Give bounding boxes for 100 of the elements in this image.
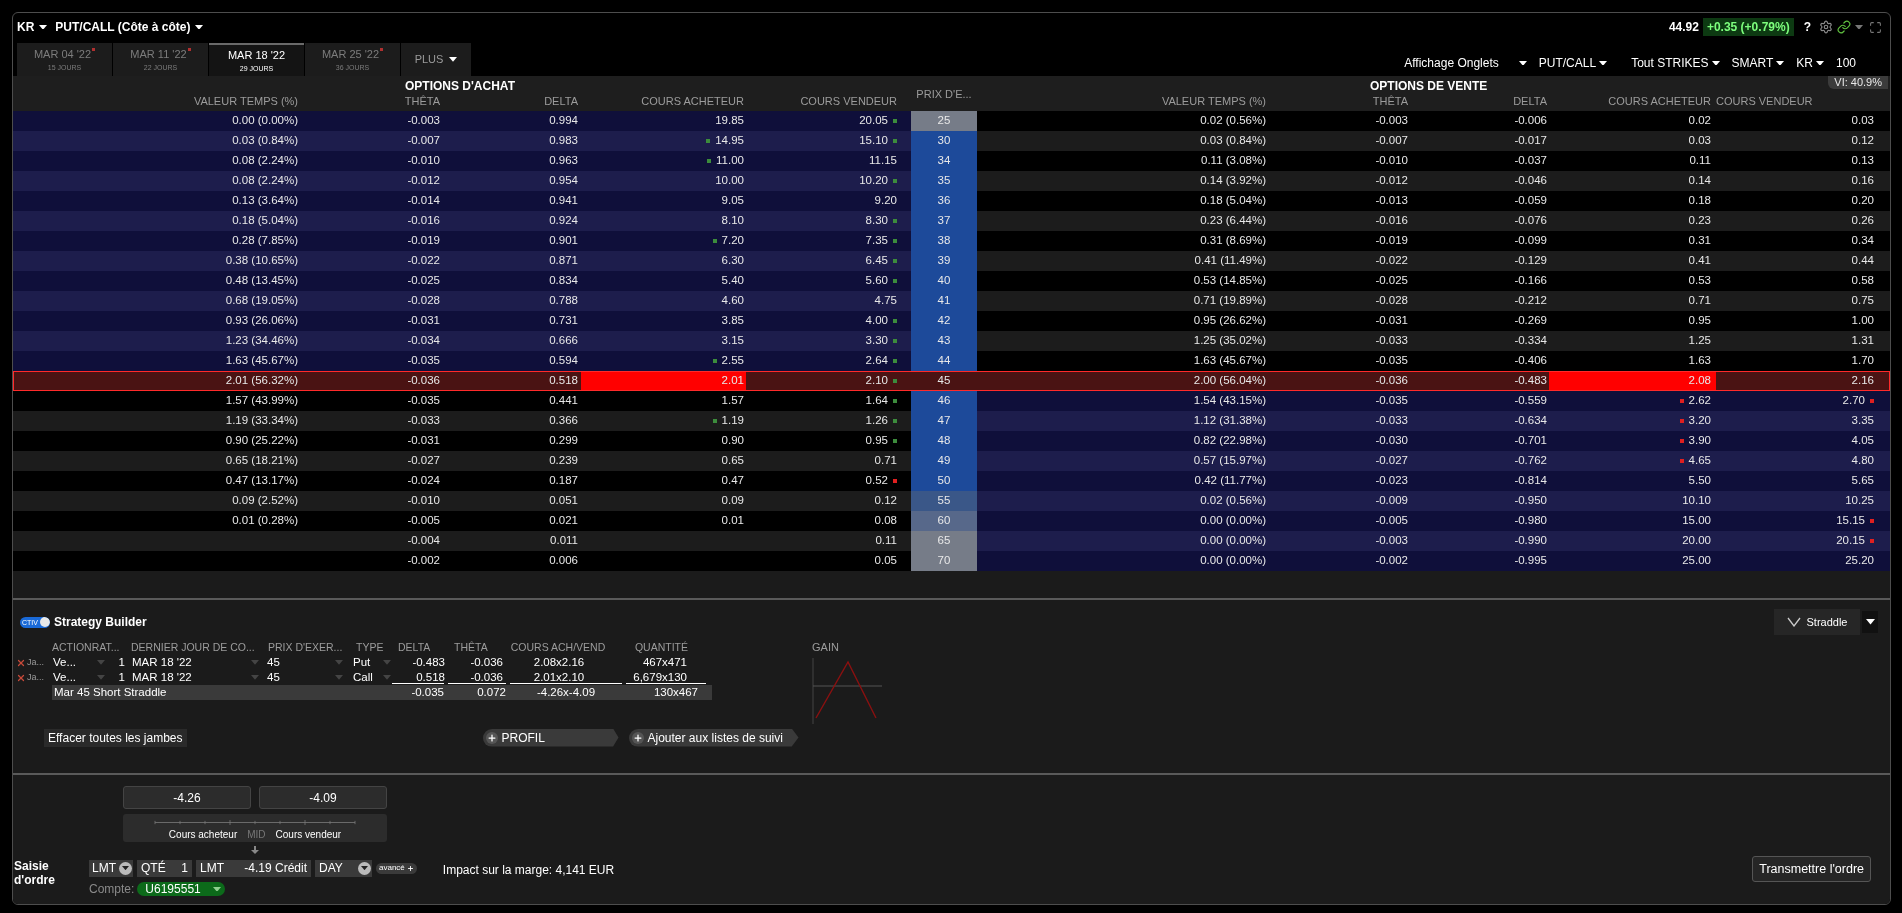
ask-price-field[interactable]: -4.09 xyxy=(259,786,387,809)
table-row[interactable]: 0.65 (18.21%) -0.027 0.239 0.65 0.71 49 0.57 (15.97%) -0.027 -0.762 4.65 4.80 xyxy=(13,451,1890,471)
table-row[interactable]: 0.47 (13.17%) -0.024 0.187 0.47 0.52 50 0.42 (11.77%) -0.023 -0.814 5.50 5.65 xyxy=(13,471,1890,491)
account-dropdown[interactable]: U6195551 xyxy=(137,882,226,896)
more-tab[interactable]: PLUS xyxy=(401,43,471,76)
column-header[interactable]: DERNIER JOUR DE CO... xyxy=(131,641,255,654)
column-header[interactable]: VALEUR TEMPS (%) xyxy=(193,92,298,110)
table-cell-text: -0.559 xyxy=(1514,393,1547,409)
column-header[interactable]: QUANTITÉ xyxy=(634,641,688,654)
time-in-force-dropdown[interactable]: DAY xyxy=(315,859,372,877)
table-cell-text: -0.007 xyxy=(1375,133,1408,149)
column-header[interactable]: ACTIONRAT... xyxy=(52,641,120,654)
table-cell-text: -0.033 xyxy=(1375,413,1408,429)
table-row[interactable]: 0.18 (5.04%) -0.016 0.924 8.10 8.30 37 0.23 (6.44%) -0.016 -0.076 0.23 0.26 xyxy=(13,211,1890,231)
toolbar-dropdown[interactable]: PUT/CALL xyxy=(1538,54,1608,72)
table-cell-text: -0.027 xyxy=(1375,453,1408,469)
column-header[interactable]: COURS VENDEUR xyxy=(1716,92,1813,110)
table-cell-text: 0.594 xyxy=(549,353,578,369)
column-header[interactable]: THÊTA xyxy=(454,641,488,654)
clear-legs-button[interactable]: Effacer toutes les jambes xyxy=(44,728,187,747)
table-cell-text: 25.00 xyxy=(1682,553,1711,569)
table-row[interactable]: 0.93 (26.06%) -0.031 0.731 3.85 4.00 42 0.95 (26.62%) -0.031 -0.269 0.95 1.00 xyxy=(13,311,1890,331)
quantity-field[interactable]: QTÉ 1 xyxy=(137,859,192,877)
table-cell-text: 0.93 (26.06%) xyxy=(225,313,298,329)
table-row[interactable]: 0.08 (2.24%) -0.012 0.954 10.00 10.20 35 0.14 (3.92%) -0.012 -0.046 0.14 0.16 xyxy=(13,171,1890,191)
column-header[interactable]: DELTA xyxy=(544,92,578,110)
strike-cell: 39 xyxy=(911,251,977,271)
link-icon[interactable] xyxy=(1837,20,1851,34)
theta-value: -0.036 xyxy=(469,654,503,670)
limit-price-field[interactable]: LMT -4.19 Crédit xyxy=(196,859,311,877)
order-type-dropdown[interactable]: LMT xyxy=(89,859,133,877)
column-header[interactable]: COURS VENDEUR xyxy=(800,92,897,110)
column-header[interactable]: PRIX D'EXER... xyxy=(268,641,343,654)
table-cell-text: -0.212 xyxy=(1514,293,1547,309)
table-cell-text: -0.033 xyxy=(407,413,440,429)
table-row[interactable]: 1.57 (43.99%) -0.035 0.441 1.57 1.64 46 1.54 (43.15%) -0.035 -0.559 2.62 2.70 xyxy=(13,391,1890,411)
strategy-menu-button[interactable] xyxy=(1862,611,1878,633)
table-row[interactable]: 0.13 (3.64%) -0.014 0.941 9.05 9.20 36 0.18 (5.04%) -0.013 -0.059 0.18 0.20 xyxy=(13,191,1890,211)
table-cell-text: -0.003 xyxy=(407,113,440,129)
table-row[interactable]: 1.19 (33.34%) -0.033 0.366 1.19 1.26 47 1.12 (31.38%) -0.033 -0.634 3.20 3.35 xyxy=(13,411,1890,431)
watchlist-button[interactable]: Ajouter aux listes de suivi xyxy=(628,728,799,747)
toolbar-dropdown[interactable]: Affichage Onglets xyxy=(1404,54,1527,72)
limit-price-input[interactable]: -4.19 Crédit xyxy=(244,859,307,877)
column-header[interactable]: THÊTA xyxy=(1372,92,1408,110)
table-cell-text: 1.31 xyxy=(1851,333,1874,349)
column-header[interactable]: DELTA xyxy=(398,641,431,654)
table-row[interactable]: 0.00 (0.00%) -0.003 0.994 19.85 20.05 25 0.02 (0.56%) -0.003 -0.006 0.02 0.03 xyxy=(13,111,1890,131)
table-row[interactable]: 1.23 (34.46%) -0.034 0.666 3.15 3.30 43 1.25 (35.02%) -0.033 -0.334 1.25 1.31 xyxy=(13,331,1890,351)
table-cell-text: 1.00 xyxy=(1851,313,1874,329)
table-cell-text: -0.012 xyxy=(1375,173,1408,189)
table-row[interactable]: 0.38 (10.65%) -0.022 0.871 6.30 6.45 39 0.41 (11.49%) -0.022 -0.129 0.41 0.44 xyxy=(13,251,1890,271)
column-header[interactable]: COURS ACHETEUR xyxy=(1608,92,1711,110)
table-row[interactable]: 0.48 (13.45%) -0.025 0.834 5.40 5.60 40 0.53 (14.85%) -0.025 -0.166 0.53 0.58 xyxy=(13,271,1890,291)
column-header[interactable]: COURS ACHETEUR xyxy=(641,92,744,110)
table-cell-text: 0.03 (0.84%) xyxy=(1200,133,1266,149)
table-row[interactable]: 2.01 (56.32%) -0.036 0.518 2.01 2.10 45 2.00 (56.04%) -0.036 -0.483 2.08 2.16 xyxy=(13,371,1890,391)
column-header[interactable]: DELTA xyxy=(1513,92,1547,110)
table-cell-text: 0.03 xyxy=(1688,133,1711,149)
strategy-button[interactable]: Straddle xyxy=(1774,609,1860,635)
toolbar-dropdown[interactable]: SMART xyxy=(1731,54,1785,72)
toolbar-dropdown[interactable]: Tout STRIKES xyxy=(1631,54,1720,72)
column-header[interactable]: VALEUR TEMPS (%) xyxy=(1161,92,1266,110)
column-header[interactable]: TYPE xyxy=(356,641,384,654)
toolbar-dropdown[interactable]: 100 xyxy=(1835,54,1856,72)
table-cell-text: -0.037 xyxy=(1514,153,1547,169)
table-row[interactable]: 0.68 (19.05%) -0.028 0.788 4.60 4.75 41 0.71 (19.89%) -0.028 -0.212 0.71 0.75 xyxy=(13,291,1890,311)
strike-cell: 37 xyxy=(911,211,977,231)
symbol-dropdown[interactable]: KR xyxy=(17,18,48,36)
help-button[interactable]: ? xyxy=(1803,18,1811,36)
table-row[interactable]: 0.09 (2.52%) -0.010 0.051 0.09 0.12 55 0.02 (0.56%) -0.009 -0.950 10.10 10.25 xyxy=(13,491,1890,511)
bid-price-field[interactable]: -4.26 xyxy=(123,786,251,809)
table-row[interactable]: 0.03 (0.84%) -0.007 0.983 14.95 15.10 30 0.03 (0.84%) -0.007 -0.017 0.03 0.12 xyxy=(13,131,1890,151)
table-cell-text: 2.16 xyxy=(1851,373,1874,389)
table-row[interactable]: 0.08 (2.24%) -0.010 0.963 11.00 11.15 34 0.11 (3.08%) -0.010 -0.037 0.11 0.13 xyxy=(13,151,1890,171)
table-row[interactable]: -0.002 0.006 0.05 70 0.00 (0.00%) -0.002 -0.995 25.00 25.20 xyxy=(13,551,1890,571)
settings-icon[interactable] xyxy=(1819,20,1833,34)
close-icon[interactable] xyxy=(16,657,26,668)
caret-icon xyxy=(97,675,105,680)
table-row[interactable]: 0.28 (7.85%) -0.019 0.901 7.20 7.35 38 0.31 (8.69%) -0.019 -0.099 0.31 0.34 xyxy=(13,231,1890,251)
view-dropdown[interactable]: PUT/CALL (Côte à côte) xyxy=(55,18,204,36)
column-header[interactable]: THÊTA xyxy=(404,92,440,110)
table-cell-text: 0.71 (19.89%) xyxy=(1193,293,1266,309)
price-scale[interactable]: Cours acheteur MID Cours vendeur xyxy=(123,814,387,842)
table-row[interactable]: 1.63 (45.67%) -0.035 0.594 2.55 2.64 44 1.63 (45.67%) -0.035 -0.406 1.63 1.70 xyxy=(13,351,1890,371)
table-row[interactable]: 0.01 (0.28%) -0.005 0.021 0.01 0.08 60 0.00 (0.00%) -0.005 -0.980 15.00 15.15 xyxy=(13,511,1890,531)
table-cell-text: 2.01 xyxy=(721,373,744,389)
table-cell-text: 5.40 xyxy=(721,273,744,289)
column-header[interactable]: COURS ACH/VEND xyxy=(510,641,606,654)
close-icon[interactable] xyxy=(16,672,26,683)
submit-order-button[interactable]: Transmettre l'ordre xyxy=(1752,856,1871,882)
table-row[interactable]: -0.004 0.011 0.11 65 0.00 (0.00%) -0.003 -0.990 20.00 20.15 xyxy=(13,531,1890,551)
table-cell-text: -0.010 xyxy=(407,153,440,169)
table-row[interactable]: 0.90 (25.22%) -0.031 0.299 0.90 0.95 48 0.82 (22.98%) -0.030 -0.701 3.90 4.05 xyxy=(13,431,1890,451)
column-header[interactable]: PRIX D'E... xyxy=(916,85,972,103)
toolbar-dropdown[interactable]: KR xyxy=(1796,54,1824,72)
quantity-input[interactable]: 1 xyxy=(181,859,188,877)
expand-icon[interactable] xyxy=(1869,20,1882,34)
advanced-button[interactable]: avancé xyxy=(376,862,417,874)
table-cell-text: 0.47 xyxy=(721,473,744,489)
profile-button[interactable]: PROFIL xyxy=(482,728,619,747)
